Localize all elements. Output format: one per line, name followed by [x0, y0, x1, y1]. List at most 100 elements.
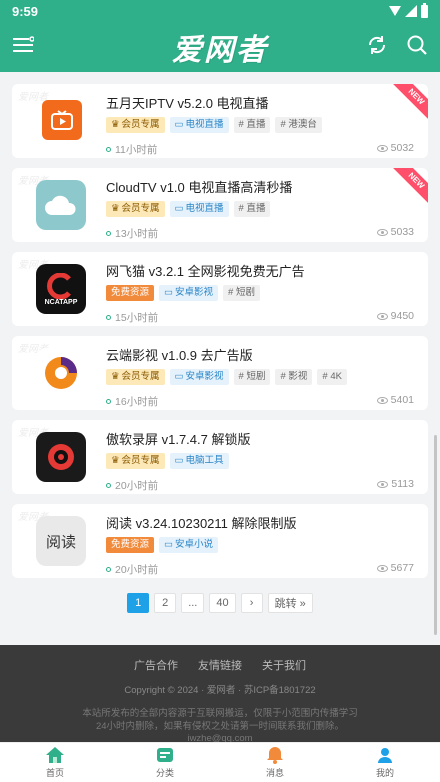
- view-count: 9450: [376, 310, 414, 322]
- folder-icon: ▭: [174, 455, 184, 466]
- tag-category[interactable]: ▭ 安卓小说: [159, 537, 219, 553]
- app-thumbnail[interactable]: [36, 432, 86, 482]
- tab-home[interactable]: 首页: [0, 743, 110, 782]
- new-ribbon: NEW: [389, 84, 428, 124]
- footer-link[interactable]: 广告合作: [134, 657, 178, 673]
- tag-hashtag[interactable]: # 短剧: [223, 285, 260, 301]
- tag-hashtag[interactable]: # 4K: [317, 369, 347, 385]
- menu-icon[interactable]: [12, 35, 35, 60]
- post-time: 15小时前: [106, 310, 158, 325]
- post-time: 16小时前: [106, 394, 158, 409]
- jump-button[interactable]: 跳转 »: [267, 593, 313, 613]
- post-card[interactable]: 爱网者 五月天IPTV v5.2.0 电视直播 ♛ 会员专属 ▭ 电视直播 # 直播…: [12, 84, 428, 158]
- tab-messages[interactable]: 消息: [220, 743, 330, 782]
- app-thumbnail[interactable]: NCATAPP: [36, 264, 86, 314]
- page-button[interactable]: 1: [127, 593, 150, 613]
- view-count: 5032: [376, 142, 414, 154]
- app-logo[interactable]: 爱网者: [172, 25, 268, 69]
- eye-icon: [376, 396, 388, 404]
- post-title[interactable]: 傲软录屏 v1.7.4.7 解锁版: [106, 429, 250, 448]
- eye-icon: [376, 312, 388, 320]
- tag-free[interactable]: 免费资源: [106, 537, 155, 553]
- post-title[interactable]: 阅读 v3.24.10230211 解除限制版: [106, 513, 297, 532]
- battery-icon: [421, 2, 428, 18]
- app-thumbnail[interactable]: [36, 180, 86, 230]
- crown-icon: ♛: [111, 203, 120, 214]
- app-thumbnail[interactable]: [36, 348, 86, 398]
- tag-vip[interactable]: ♛ 会员专属: [106, 201, 165, 217]
- crown-icon: ♛: [111, 119, 120, 130]
- page-button[interactable]: 40: [209, 593, 236, 613]
- eye-icon: [376, 144, 388, 152]
- tag-vip[interactable]: ♛ 会员专属: [106, 453, 165, 469]
- copyright: Copyright © 2024 · 爱网者 · 苏ICP备1801722: [124, 685, 316, 696]
- pagination: 1 2 ... 40 › 跳转 »: [0, 593, 440, 613]
- tag-category[interactable]: ▭ 安卓影视: [159, 285, 219, 301]
- tag-category[interactable]: ▭ 电视直播: [169, 201, 229, 217]
- app-header: 爱网者: [0, 22, 440, 72]
- signal-icon: [405, 5, 417, 17]
- post-card[interactable]: 爱网者 CloudTV v1.0 电视直播高清秒播 ♛ 会员专属 ▭ 电视直播 # …: [12, 168, 428, 242]
- tag-row: 免费资源 ▭ 安卓影视 # 短剧: [106, 285, 260, 301]
- new-ribbon: NEW: [389, 168, 428, 208]
- tag-hashtag[interactable]: # 短剧: [233, 369, 271, 385]
- post-title[interactable]: 五月天IPTV v5.2.0 电视直播: [106, 93, 269, 112]
- post-time: 11小时前: [106, 142, 157, 157]
- post-card[interactable]: 爱网者 云端影视 v1.0.9 去广告版 ♛ 会员专属 ▭ 安卓影视 # 短剧 # …: [12, 336, 428, 410]
- post-card[interactable]: 爱网者 NCATAPP 网飞猫 v3.2.1 全网影视免费无广告 免费资源 ▭ 安…: [12, 252, 428, 326]
- thumb-label: 阅读: [45, 532, 76, 551]
- tag-vip[interactable]: ♛ 会员专属: [106, 369, 165, 385]
- scrollbar[interactable]: [434, 435, 437, 635]
- post-title[interactable]: 网飞猫 v3.2.1 全网影视免费无广告: [106, 261, 305, 280]
- tab-category[interactable]: 分类: [110, 743, 220, 782]
- footer-links: 广告合作 友情链接 关于我们: [0, 657, 440, 673]
- next-page-button[interactable]: ›: [240, 593, 263, 613]
- search-icon[interactable]: [406, 34, 428, 61]
- folder-icon: ▭: [164, 287, 173, 298]
- tag-free[interactable]: 免费资源: [106, 285, 155, 301]
- tag-hashtag[interactable]: # 直播: [233, 117, 271, 133]
- status-time: 9:59: [12, 3, 39, 19]
- folder-icon: ▭: [174, 119, 184, 130]
- tag-row: ♛ 会员专属 ▭ 安卓影视 # 短剧 # 影视 # 4K: [106, 369, 347, 385]
- tag-category[interactable]: ▭ 安卓影视: [169, 369, 229, 385]
- view-count: 5677: [376, 562, 414, 574]
- clock-icon: [106, 231, 111, 236]
- disclaimer: 本站所发布的全部内容源于互联网搬运，仅限于小范围内传播学习 24小时内删除，如果…: [82, 708, 358, 732]
- tag-hashtag[interactable]: # 直播: [233, 201, 271, 217]
- tag-category[interactable]: ▭ 电视直播: [169, 117, 229, 133]
- page-button[interactable]: 2: [154, 593, 177, 613]
- home-icon: [46, 747, 64, 763]
- view-count: 5033: [376, 226, 414, 238]
- footer-link[interactable]: 友情链接: [198, 657, 242, 673]
- tag-hashtag[interactable]: # 港澳台: [275, 117, 322, 133]
- clock-icon: [106, 147, 111, 152]
- tag-hashtag[interactable]: # 影视: [275, 369, 313, 385]
- app-thumbnail[interactable]: 阅读: [36, 516, 86, 566]
- tag-row: ♛ 会员专属 ▭ 电视直播 # 直播 # 港澳台: [106, 117, 322, 133]
- post-card[interactable]: 爱网者 阅读 阅读 v3.24.10230211 解除限制版 免费资源 ▭ 安卓小…: [12, 504, 428, 578]
- contact-email[interactable]: iwzhe@qq.com: [0, 733, 440, 742]
- refresh-icon[interactable]: [366, 34, 388, 61]
- eye-icon: [377, 480, 389, 488]
- site-footer: 广告合作 友情链接 关于我们 Copyright © 2024 · 爱网者 · …: [0, 645, 440, 742]
- view-count: 5401: [376, 394, 414, 406]
- view-count: 5113: [377, 478, 414, 490]
- user-icon: [378, 748, 392, 763]
- tag-vip[interactable]: ♛ 会员专属: [106, 117, 165, 133]
- post-card[interactable]: 爱网者 傲软录屏 v1.7.4.7 解锁版 ♛ 会员专属 ▭ 电脑工具 20小时前 …: [12, 420, 428, 494]
- tag-category[interactable]: ▭ 电脑工具: [169, 453, 229, 469]
- post-list: 爱网者 五月天IPTV v5.2.0 电视直播 ♛ 会员专属 ▭ 电视直播 # 直播…: [0, 72, 440, 644]
- tag-row: ♛ 会员专属 ▭ 电视直播 # 直播: [106, 201, 271, 217]
- wifi-icon: [389, 6, 401, 16]
- status-bar: 9:59: [0, 0, 440, 22]
- post-title[interactable]: 云端影视 v1.0.9 去广告版: [106, 345, 253, 364]
- post-title[interactable]: CloudTV v1.0 电视直播高清秒播: [106, 177, 292, 196]
- app-thumbnail[interactable]: [42, 100, 82, 140]
- bottom-tabbar: 首页 分类 消息 我的: [0, 742, 440, 782]
- post-time: 13小时前: [106, 226, 158, 241]
- category-icon: [157, 748, 173, 762]
- tab-profile[interactable]: 我的: [330, 743, 440, 782]
- footer-link[interactable]: 关于我们: [262, 657, 306, 673]
- crown-icon: ♛: [111, 371, 120, 382]
